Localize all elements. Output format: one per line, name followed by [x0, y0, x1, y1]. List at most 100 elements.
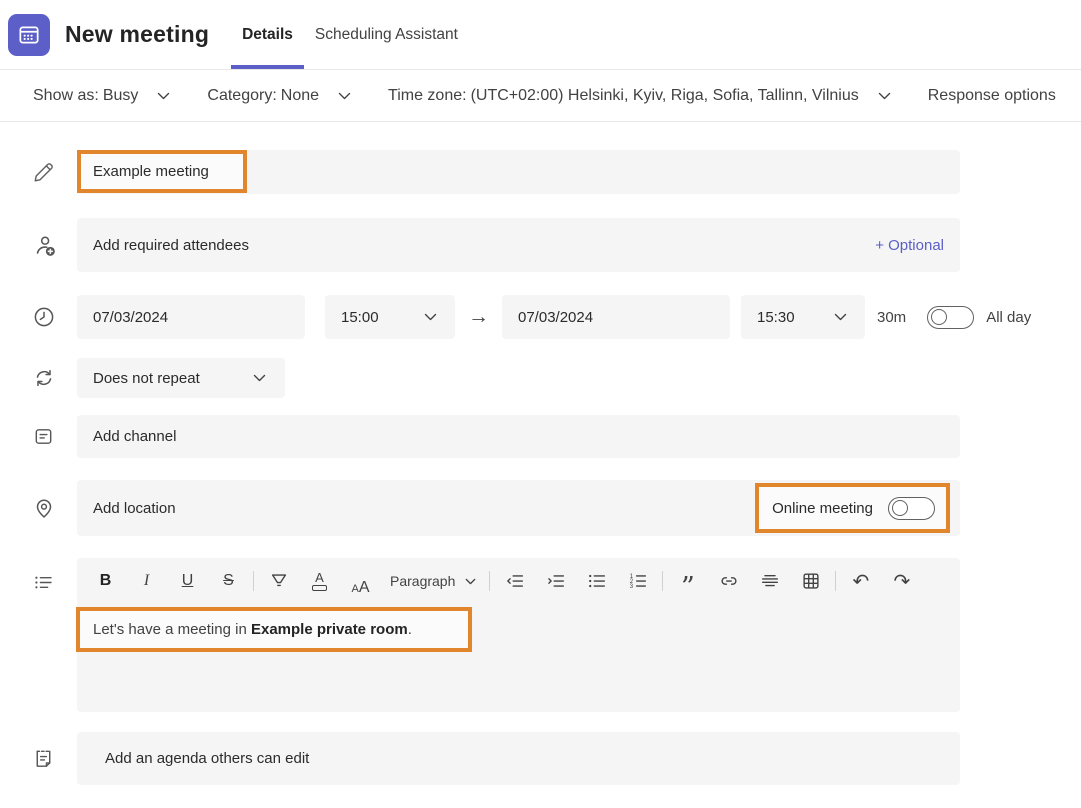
required-attendees-input[interactable]: Add required attendees + Optional	[77, 218, 960, 272]
italic-button[interactable]: I	[132, 566, 161, 596]
paragraph-style-dropdown[interactable]: Paragraph	[387, 566, 479, 596]
chevron-down-icon	[253, 374, 266, 382]
toolbar-divider	[253, 571, 254, 591]
channel-placeholder: Add channel	[93, 428, 176, 445]
agenda-placeholder: Add an agenda others can edit	[105, 750, 309, 767]
location-placeholder: Add location	[93, 500, 176, 517]
attendees-row: Add required attendees + Optional	[0, 218, 1081, 272]
duration-badge: 30m	[877, 309, 906, 326]
quote-icon[interactable]: ”	[673, 566, 702, 596]
toggle-knob	[931, 309, 947, 325]
show-as-label: Show as:	[33, 87, 99, 104]
formatting-toolbar: B I U S A A A	[77, 558, 960, 604]
numbered-list-icon[interactable]: 123	[623, 566, 652, 596]
meeting-form: Example meeting Add required attendees +…	[0, 122, 1081, 785]
start-date-input[interactable]: 07/03/2024	[77, 295, 305, 339]
response-options-menu[interactable]: Response options	[928, 87, 1056, 105]
text-description-icon	[32, 571, 55, 594]
toolbar-divider	[835, 571, 836, 591]
end-date-input[interactable]: 07/03/2024	[502, 295, 730, 339]
datetime-row: 07/03/2024 15:00 → 07/03/2024 15:30 30m …	[0, 295, 1081, 339]
response-options-label: Response options	[928, 87, 1056, 105]
annotation-box-title: Example meeting	[77, 150, 247, 193]
page-title: New meeting	[65, 21, 209, 48]
title-value: Example meeting	[93, 163, 209, 180]
recurrence-row: Does not repeat	[0, 358, 1081, 398]
online-meeting-label: Online meeting	[772, 500, 873, 517]
show-as-value: Busy	[103, 87, 139, 104]
description-text-bold: Example private room	[251, 621, 408, 638]
underline-button[interactable]: U	[173, 566, 202, 596]
chevron-down-icon	[424, 313, 437, 321]
calendar-app-icon	[8, 14, 50, 56]
outdent-icon[interactable]	[500, 566, 529, 596]
clock-icon	[32, 305, 56, 329]
meeting-options-bar: Show as:Busy Category: None Time zone:(UT…	[0, 70, 1081, 122]
notepad-icon	[32, 747, 55, 770]
agenda-row: Add an agenda others can edit	[0, 732, 1081, 785]
category-label: Category:	[207, 87, 276, 104]
chevron-down-icon	[338, 92, 351, 100]
end-time-select[interactable]: 15:30	[741, 295, 865, 339]
description-text: Let's have a meeting in	[93, 621, 251, 638]
all-day-toggle[interactable]	[927, 306, 974, 329]
description-text-suffix: .	[408, 621, 412, 638]
title-input[interactable]: Example meeting	[77, 150, 960, 194]
channel-icon	[32, 425, 55, 448]
toolbar-divider	[489, 571, 490, 591]
redo-icon[interactable]: ↷	[887, 566, 916, 596]
align-center-icon[interactable]	[755, 566, 784, 596]
strikethrough-button[interactable]: S	[214, 566, 243, 596]
location-row: Add location Online meeting	[0, 480, 1081, 536]
online-meeting-toggle[interactable]	[888, 497, 935, 520]
channel-input[interactable]: Add channel	[77, 415, 960, 458]
description-text-area[interactable]: Let's have a meeting in Example private …	[77, 604, 960, 712]
bullet-list-icon[interactable]	[582, 566, 611, 596]
bold-button[interactable]: B	[91, 566, 120, 596]
end-date-value: 07/03/2024	[518, 309, 593, 326]
all-day-label: All day	[986, 309, 1031, 326]
start-date-value: 07/03/2024	[93, 309, 168, 326]
description-row: B I U S A A A	[0, 558, 1081, 712]
category-dropdown[interactable]: Category: None	[207, 87, 351, 105]
agenda-input[interactable]: Add an agenda others can edit	[77, 732, 960, 785]
channel-row: Add channel	[0, 415, 1081, 458]
add-optional-attendees-link[interactable]: + Optional	[875, 237, 944, 254]
category-value: None	[281, 87, 319, 104]
arrow-right-icon: →	[468, 305, 489, 329]
attendees-placeholder: Add required attendees	[93, 237, 249, 254]
font-color-button[interactable]: A	[305, 566, 334, 596]
pencil-icon	[32, 161, 55, 184]
color-bar	[312, 585, 327, 591]
time-zone-label: Time zone:	[388, 87, 467, 104]
description-editor: B I U S A A A	[77, 558, 960, 712]
toggle-knob	[892, 500, 908, 516]
tab-scheduling-assistant[interactable]: Scheduling Assistant	[304, 0, 469, 69]
link-icon[interactable]	[714, 566, 743, 596]
indent-icon[interactable]	[541, 566, 570, 596]
show-as-dropdown[interactable]: Show as:Busy	[33, 87, 170, 105]
svg-text:3: 3	[630, 584, 634, 590]
table-icon[interactable]	[796, 566, 825, 596]
location-input[interactable]: Add location Online meeting	[77, 480, 960, 536]
recurrence-select[interactable]: Does not repeat	[77, 358, 285, 398]
chevron-down-icon	[834, 313, 847, 321]
end-time-value: 15:30	[757, 309, 795, 326]
start-time-select[interactable]: 15:00	[325, 295, 455, 339]
repeat-icon	[32, 366, 56, 390]
time-zone-dropdown[interactable]: Time zone:(UTC+02:00) Helsinki, Kyiv, Ri…	[388, 87, 891, 105]
time-zone-value: (UTC+02:00) Helsinki, Kyiv, Riga, Sofia,…	[471, 87, 859, 104]
recurrence-value: Does not repeat	[93, 370, 200, 387]
font-size-button[interactable]: A A	[346, 566, 375, 596]
start-time-value: 15:00	[341, 309, 379, 326]
highlighter-icon[interactable]	[264, 566, 293, 596]
tab-bar: Details Scheduling Assistant	[231, 0, 469, 69]
tab-details[interactable]: Details	[231, 0, 304, 69]
person-add-icon	[32, 233, 57, 258]
toolbar-divider	[662, 571, 663, 591]
annotation-box-description: Let's have a meeting in Example private …	[76, 607, 472, 652]
title-row: Example meeting	[0, 150, 1081, 194]
chevron-down-icon	[157, 92, 170, 100]
undo-icon[interactable]: ↶	[846, 566, 875, 596]
annotation-box-online-meeting: Online meeting	[755, 483, 950, 533]
